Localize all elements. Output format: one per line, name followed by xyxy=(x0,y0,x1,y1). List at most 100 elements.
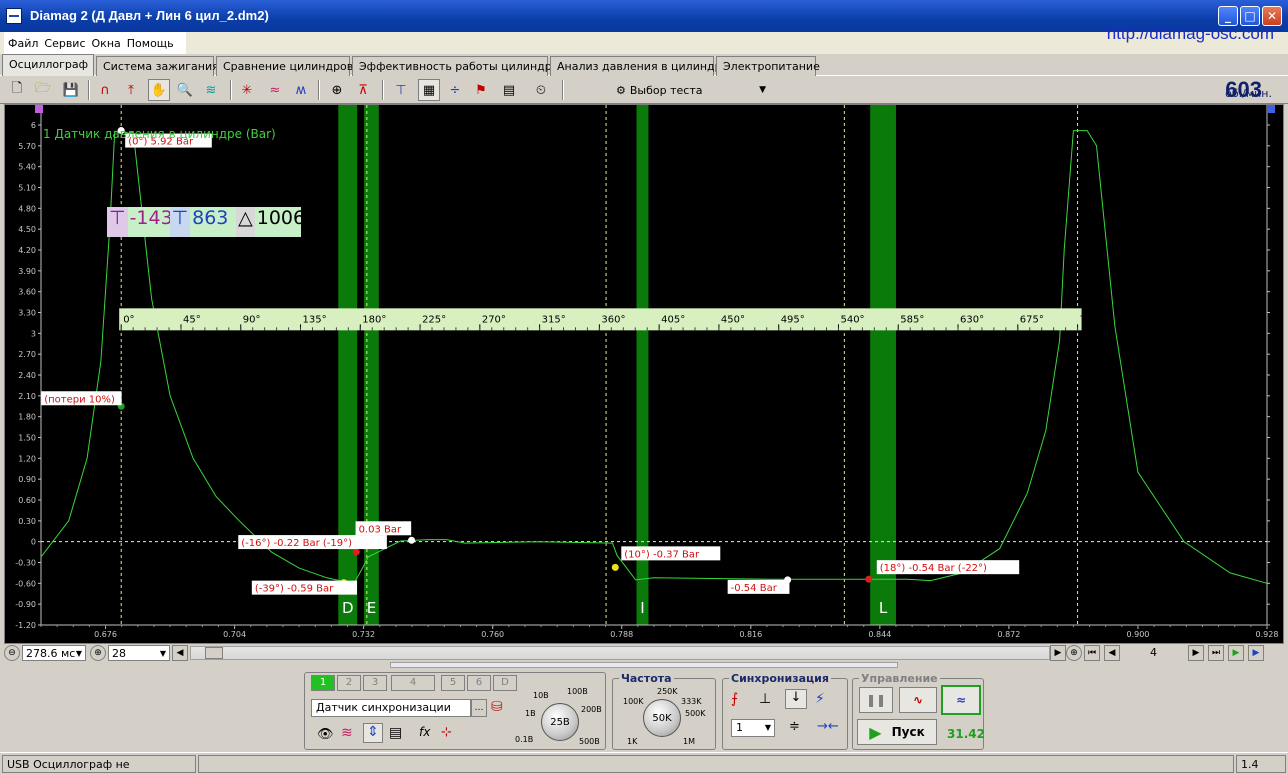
menu-help[interactable]: Помощь xyxy=(127,37,174,50)
edge-level-icon[interactable]: ⊥ xyxy=(759,691,771,707)
phase-band-label: D xyxy=(342,599,354,617)
sync-level-icon[interactable]: ≑ xyxy=(789,719,800,734)
channel-4-button[interactable]: 4 xyxy=(391,675,435,691)
sync-group: Синхронизация ⨍ ⊥ ↓ ⚡ 1 ▼ ≑ →← xyxy=(722,672,848,750)
tab-pressure-analysis[interactable]: Анализ давления в цилиндре xyxy=(550,56,728,76)
filter-icon[interactable]: ▤ xyxy=(389,725,402,741)
prev-page-icon[interactable]: ◀ xyxy=(1104,645,1120,661)
sensor-select[interactable]: Датчик синхронизации xyxy=(311,699,471,717)
scrollbar-thumb[interactable] xyxy=(205,647,223,659)
split-icon[interactable]: ÷ xyxy=(444,79,466,101)
voltage-knob[interactable]: 25B xyxy=(541,703,579,741)
rising-edge-icon[interactable]: ⨍ xyxy=(731,691,738,707)
status-message: USB Осциллограф не подключен xyxy=(2,755,196,774)
scroll-right-icon[interactable]: ▶ xyxy=(1050,645,1066,661)
tab-cylinder-compare[interactable]: Сравнение цилиндров xyxy=(216,56,353,76)
sine-wave-button[interactable]: ∿ xyxy=(899,687,937,713)
fit-icon[interactable]: ≋ xyxy=(200,79,222,101)
first-page-icon[interactable]: ⏮ xyxy=(1084,645,1100,661)
cursor-a-icon[interactable]: ∩ xyxy=(94,79,116,101)
degree-tick-label: 315° xyxy=(542,314,566,325)
channel-1-button[interactable]: 1 xyxy=(311,675,335,691)
menu-service[interactable]: Сервис xyxy=(44,37,85,50)
falling-edge-icon[interactable]: ↓ xyxy=(785,689,807,709)
timebase-select[interactable]: 278.6 мс ▼ xyxy=(22,645,86,661)
sync-channel-select[interactable]: 1 ▼ xyxy=(731,719,775,737)
tab-ignition[interactable]: Система зажигания xyxy=(96,56,219,76)
menu-file[interactable]: Файл xyxy=(8,37,38,50)
app-icon[interactable] xyxy=(6,8,22,24)
window-title: Diamag 2 (Д Давл + Лин 6 цил_2.dm2) xyxy=(30,8,269,23)
channel-6-button[interactable]: 6 xyxy=(467,675,491,691)
marker-icon[interactable]: ⊤ xyxy=(390,79,412,101)
zoom-out-icon[interactable]: ⊖ xyxy=(4,645,20,661)
multi-wave-icon[interactable]: ≈ xyxy=(264,79,286,101)
menu-windows[interactable]: Окна xyxy=(92,37,121,50)
new-file-icon[interactable]: 🗋 xyxy=(6,79,28,101)
toolbar: 🗋 🗁 💾 ∩ ⤒ ✋ 🔍 ≋ ✳ ≈ ʍ ⊕ ⊼ ⊤ ▦ ÷ ⚑ ▤ ⏲ ⚙ … xyxy=(0,76,1288,104)
wave-icon[interactable]: ✳ xyxy=(236,79,258,101)
maximize-button[interactable]: □ xyxy=(1240,6,1260,26)
zero-level-icon[interactable]: ⊼ xyxy=(352,79,374,101)
annotation-label: (18°) -0.54 Bar (-22°) xyxy=(880,563,987,574)
play-end-icon[interactable]: ▶ xyxy=(1248,645,1264,661)
auto-icon[interactable]: ⊕ xyxy=(326,79,348,101)
degree-axis-strip xyxy=(119,308,1082,331)
y-tick-label: 1.50 xyxy=(18,434,36,443)
test-selector[interactable]: ⚙ Выбор теста ▼ xyxy=(612,79,772,101)
annotation-point xyxy=(611,563,619,571)
panel-handle[interactable] xyxy=(390,662,898,668)
document-icon[interactable]: ▤ xyxy=(498,79,520,101)
tab-cylinder-efficiency[interactable]: Эффективность работы цилиндров xyxy=(352,56,565,76)
eye-icon[interactable]: 👁 xyxy=(317,727,334,742)
frequency-knob[interactable]: 50K xyxy=(643,699,681,737)
hand-pan-icon[interactable]: ✋ xyxy=(148,79,170,101)
channel-d-button[interactable]: D xyxy=(493,675,517,691)
site-link[interactable]: http://diamag-osc.com xyxy=(1107,24,1274,44)
minimize-button[interactable]: _ xyxy=(1218,6,1238,26)
zoom-icon[interactable]: 🔍 xyxy=(174,79,196,101)
last-page-icon[interactable]: ⏭ xyxy=(1208,645,1224,661)
close-button[interactable]: ✕ xyxy=(1262,6,1282,26)
pressure-chart[interactable]: DE I L 6 5.70 5.40 5.10 4.80 4.50 4.20 3.90 3.60 3.… xyxy=(5,105,1283,643)
open-folder-icon[interactable]: 🗁 xyxy=(32,79,54,101)
channel-select[interactable]: 28 ▼ xyxy=(108,645,170,661)
start-button[interactable]: ▶ Пуск xyxy=(857,719,937,745)
offset-icon[interactable]: ⇕ xyxy=(363,723,383,743)
cursor-b-icon[interactable]: ⤒ xyxy=(120,79,142,101)
grid-icon[interactable]: ▦ xyxy=(418,79,440,101)
annotation-point xyxy=(408,536,416,544)
next-page-icon[interactable]: ▶ xyxy=(1188,645,1204,661)
noise-wave-button[interactable]: ≈ xyxy=(941,685,981,715)
y-tick-label: 2.70 xyxy=(18,350,36,359)
channel-5-button[interactable]: 5 xyxy=(441,675,465,691)
pause-button[interactable]: ❚❚ xyxy=(859,687,893,713)
voltage-label-01: 0.1B xyxy=(515,735,534,744)
tab-power-supply[interactable]: Электропитание xyxy=(716,56,820,76)
tab-oscilloscope[interactable]: Осциллограф xyxy=(2,54,94,77)
oscilloscope-display[interactable]: DE I L 6 5.70 5.40 5.10 4.80 4.50 4.20 3.90 3.60 3.… xyxy=(4,104,1284,644)
sensor-config-icon[interactable]: ⛁ xyxy=(491,699,503,715)
channel-2-button[interactable]: 2 xyxy=(337,675,361,691)
freq-label-250k: 250K xyxy=(657,687,678,696)
function-icon[interactable]: fx xyxy=(419,725,430,739)
scroll-left-icon[interactable]: ◀ xyxy=(172,645,188,661)
zoom-in-icon[interactable]: ⊕ xyxy=(1066,645,1082,661)
zoom-in-icon[interactable]: ⊕ xyxy=(90,645,106,661)
play-icon[interactable]: ▶ xyxy=(1228,645,1244,661)
auto-sync-icon[interactable]: ⚡ xyxy=(815,691,825,707)
invert-icon[interactable]: ≋ xyxy=(341,725,353,741)
spectrum-icon[interactable]: ʍ xyxy=(290,79,312,101)
horizontal-scrollbar[interactable] xyxy=(190,646,1050,660)
auto-timer-icon[interactable]: ⏲ xyxy=(530,79,552,101)
sync-center-icon[interactable]: →← xyxy=(817,719,839,734)
status-empty xyxy=(198,755,1234,773)
x-tick-label: 0.788 xyxy=(610,630,633,639)
x-tick-label: 0.704 xyxy=(223,630,246,639)
save-icon[interactable]: 💾 xyxy=(60,79,82,101)
sensor-browse-button[interactable]: … xyxy=(471,699,487,717)
trigger-icon[interactable]: ⊹ xyxy=(441,725,452,740)
cursor2-marker-icon: ⊤ xyxy=(169,207,191,237)
flag-icon[interactable]: ⚑ xyxy=(470,79,492,101)
channel-3-button[interactable]: 3 xyxy=(363,675,387,691)
